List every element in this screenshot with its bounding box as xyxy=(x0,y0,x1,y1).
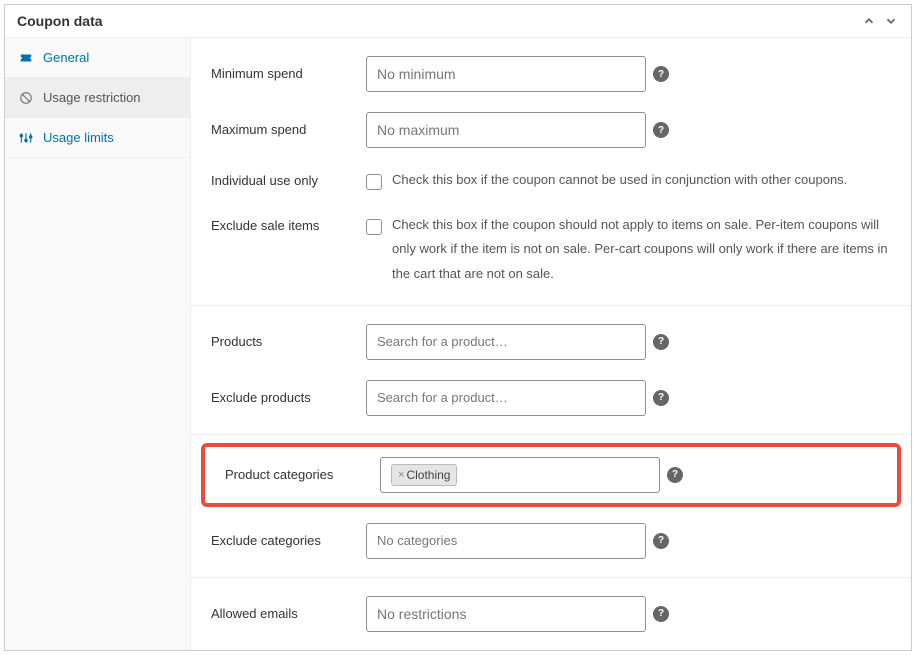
exclude-products-select[interactable]: Search for a product… xyxy=(366,380,646,416)
label-max-spend: Maximum spend xyxy=(211,112,366,137)
sidebar-item-general[interactable]: General xyxy=(5,38,190,78)
field-allowed-emails: Allowed emails ? xyxy=(191,586,911,642)
label-exclude-categories: Exclude categories xyxy=(211,523,366,548)
individual-use-checkbox[interactable] xyxy=(366,174,382,190)
help-icon[interactable]: ? xyxy=(667,467,683,483)
category-tag: × Clothing xyxy=(391,464,457,486)
help-icon[interactable]: ? xyxy=(653,122,669,138)
product-categories-select[interactable]: × Clothing xyxy=(380,457,660,493)
content-area: Minimum spend ? Maximum spend ? Individu… xyxy=(191,38,911,650)
help-icon[interactable]: ? xyxy=(653,606,669,622)
panel-toggle-group xyxy=(861,13,899,29)
exclude-sale-description: Check this box if the coupon should not … xyxy=(392,213,891,287)
panel-header: Coupon data xyxy=(5,5,911,38)
products-placeholder: Search for a product… xyxy=(377,334,508,349)
exclude-categories-select[interactable]: No categories xyxy=(366,523,646,559)
label-allowed-emails: Allowed emails xyxy=(211,596,366,621)
separator xyxy=(191,305,911,306)
panel-collapse-up-icon[interactable] xyxy=(861,13,877,29)
field-exclude-categories: Exclude categories No categories ? xyxy=(191,513,911,569)
max-spend-input[interactable] xyxy=(366,112,646,148)
exclude-sale-checkbox[interactable] xyxy=(366,219,382,235)
field-exclude-sale: Exclude sale items Check this box if the… xyxy=(191,203,911,297)
field-exclude-products: Exclude products Search for a product… ? xyxy=(191,370,911,426)
products-select[interactable]: Search for a product… xyxy=(366,324,646,360)
separator xyxy=(191,434,911,435)
label-exclude-products: Exclude products xyxy=(211,380,366,405)
individual-use-description: Check this box if the coupon cannot be u… xyxy=(392,168,891,193)
sliders-icon xyxy=(19,131,33,145)
field-max-spend: Maximum spend ? xyxy=(191,102,911,158)
panel-title: Coupon data xyxy=(17,13,103,29)
ban-icon xyxy=(19,91,33,105)
highlighted-product-categories: Product categories × Clothing ? xyxy=(201,443,901,507)
label-exclude-sale: Exclude sale items xyxy=(211,213,366,233)
sidebar: General Usage restriction Usage limits xyxy=(5,38,191,650)
sidebar-item-label: Usage restriction xyxy=(43,90,141,105)
label-min-spend: Minimum spend xyxy=(211,56,366,81)
panel-body: General Usage restriction Usage limits M… xyxy=(5,38,911,650)
field-individual-use: Individual use only Check this box if th… xyxy=(191,158,911,203)
field-min-spend: Minimum spend ? xyxy=(191,46,911,102)
label-individual-use: Individual use only xyxy=(211,168,366,188)
tag-remove-icon[interactable]: × xyxy=(398,469,404,481)
help-icon[interactable]: ? xyxy=(653,533,669,549)
field-product-categories: Product categories × Clothing ? xyxy=(221,453,881,497)
coupon-data-panel: Coupon data General Usage restrictio xyxy=(4,4,912,651)
field-products: Products Search for a product… ? xyxy=(191,314,911,370)
separator xyxy=(191,577,911,578)
sidebar-item-usage-limits[interactable]: Usage limits xyxy=(5,118,190,158)
sidebar-item-usage-restriction[interactable]: Usage restriction xyxy=(5,78,190,118)
sidebar-item-label: General xyxy=(43,50,89,65)
help-icon[interactable]: ? xyxy=(653,66,669,82)
help-icon[interactable]: ? xyxy=(653,390,669,406)
sidebar-item-label: Usage limits xyxy=(43,130,114,145)
ticket-icon xyxy=(19,51,33,65)
exclude-products-placeholder: Search for a product… xyxy=(377,390,508,405)
panel-collapse-down-icon[interactable] xyxy=(883,13,899,29)
label-product-categories: Product categories xyxy=(225,457,380,482)
allowed-emails-input[interactable] xyxy=(366,596,646,632)
exclude-categories-placeholder: No categories xyxy=(377,533,457,548)
help-icon[interactable]: ? xyxy=(653,334,669,350)
min-spend-input[interactable] xyxy=(366,56,646,92)
tag-label: Clothing xyxy=(406,468,450,482)
label-products: Products xyxy=(211,324,366,349)
